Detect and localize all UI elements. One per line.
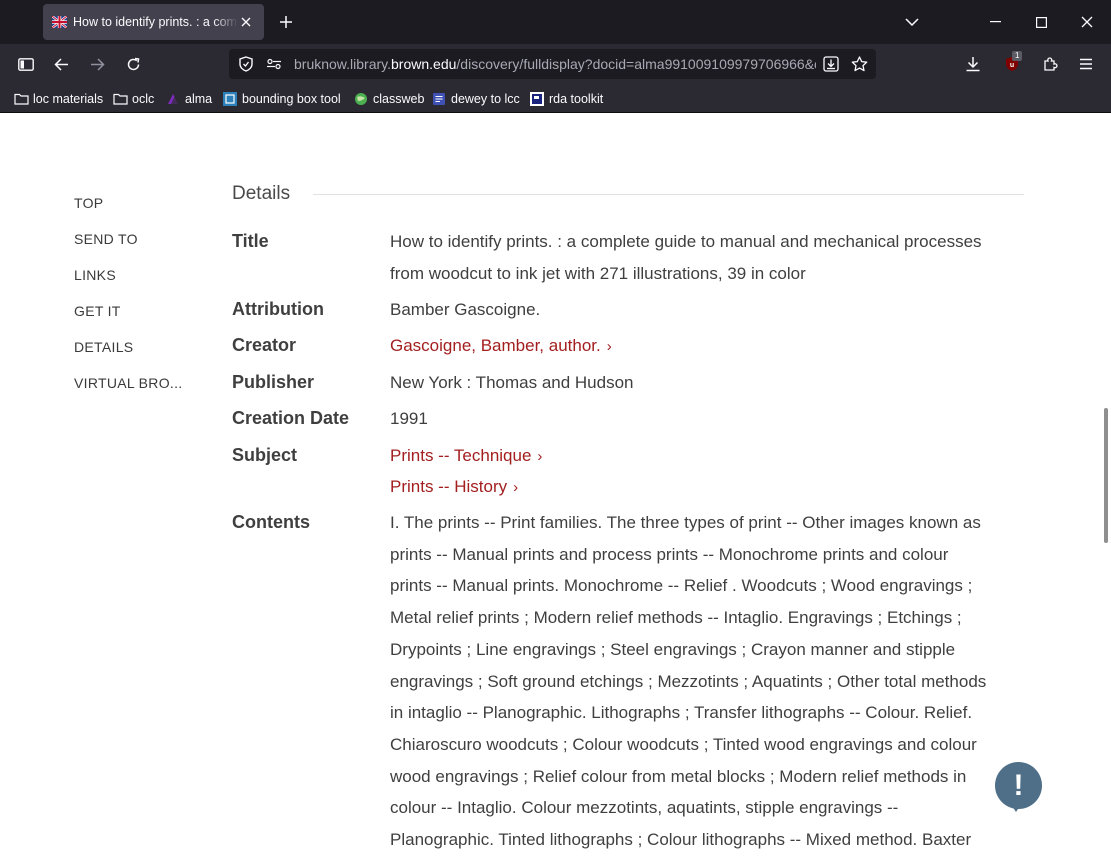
extensions-puzzle-icon[interactable]	[1036, 50, 1064, 78]
bookmark-label: dewey to lcc	[451, 91, 520, 106]
contents-value: I. The prints -- Print families. The thr…	[390, 507, 1030, 856]
creator-link-text: Gascoigne, Bamber, author.	[390, 336, 601, 355]
extension-badge: 1	[1012, 51, 1023, 61]
url-prefix: bruknow.library.	[294, 56, 392, 72]
folder-icon	[112, 91, 128, 107]
ublock-extension-icon[interactable]: u 1	[998, 50, 1026, 78]
navigation-toolbar: bruknow.library.brown.edu/discovery/full…	[0, 44, 1111, 84]
contents-line: Metal relief prints ; Modern relief meth…	[390, 608, 962, 628]
site-permissions-icon[interactable]	[263, 53, 285, 75]
back-icon[interactable]	[47, 50, 75, 78]
url-host: brown.edu	[391, 56, 457, 72]
scrollbar-thumb[interactable]	[1104, 408, 1108, 543]
bookmark-rda-toolkit[interactable]: rda toolkit	[529, 89, 603, 108]
attribution-value: Bamber Gascoigne.	[390, 300, 541, 319]
sidebar-item-send-to[interactable]: SEND TO	[74, 231, 138, 247]
tab-list-icon[interactable]	[8, 8, 36, 36]
creation-date-value: 1991	[390, 409, 428, 428]
bookmark-label: classweb	[373, 91, 425, 106]
bookmark-loc-materials[interactable]: loc materials	[13, 89, 103, 108]
bookmarks-toolbar: loc materials oclc alma bounding box too…	[0, 84, 1111, 113]
subject-link-text: Prints -- Technique	[390, 446, 532, 465]
creator-label: Creator	[232, 335, 297, 355]
details-heading: Details	[232, 183, 291, 204]
bookmark-label: loc materials	[33, 91, 104, 106]
bookmark-label: bounding box tool	[242, 91, 341, 106]
rda-icon	[529, 91, 545, 107]
browser-tab[interactable]: How to identify prints. : a complete gui…	[43, 4, 264, 40]
contents-line: Chiaroscuro woodcuts ; Colour woodcuts ;…	[390, 734, 977, 754]
subject-label: Subject	[232, 445, 298, 465]
bookmark-oclc[interactable]: oclc	[112, 89, 154, 108]
app-menu-icon[interactable]	[1072, 50, 1100, 78]
url-path: /discovery/fulldisplay?docid=alma9910091…	[456, 56, 816, 72]
contents-line: prints -- Manual prints and process prin…	[390, 544, 949, 564]
contents-line: engravings ; Soft ground etchings ; Mezz…	[390, 671, 987, 691]
box-icon	[222, 91, 238, 107]
tab-bar: How to identify prints. : a complete gui…	[0, 0, 1111, 44]
publisher-value: New York : Thomas and Hudson	[390, 373, 634, 392]
title-value-line: How to identify prints. : a complete gui…	[390, 232, 982, 251]
contents-line: wood engravings ; Relief colour from met…	[390, 766, 967, 786]
publisher-label: Publisher	[232, 372, 315, 392]
bookmark-bounding-box-tool[interactable]: bounding box tool	[222, 89, 341, 108]
chevron-right-icon: ›	[606, 338, 612, 355]
details-divider	[313, 194, 1024, 195]
subject-link-text: Prints -- History	[390, 477, 508, 496]
sidebar-item-links[interactable]: LINKS	[74, 267, 116, 283]
list-all-tabs-icon[interactable]	[898, 8, 926, 36]
title-label: Title	[232, 231, 269, 251]
bookmark-alma[interactable]: alma	[165, 89, 212, 108]
title-value: How to identify prints. : a complete gui…	[390, 226, 1030, 289]
sidebar-item-virtual-browse[interactable]: VIRTUAL BRO...	[74, 375, 182, 391]
sidebar-item-get-it[interactable]: GET IT	[74, 303, 121, 319]
contents-label: Contents	[232, 512, 310, 532]
contents-line: Drypoints ; Line engravings ; Steel engr…	[390, 639, 956, 659]
chat-help-button[interactable]: !	[995, 762, 1042, 809]
tab-close-icon[interactable]	[236, 12, 256, 32]
reload-icon[interactable]	[119, 50, 147, 78]
globe-icon	[353, 91, 369, 107]
subject-link-technique[interactable]: Prints -- Technique ›	[390, 440, 542, 473]
doc-icon	[431, 91, 447, 107]
tracking-protection-shield-icon[interactable]	[235, 53, 257, 75]
sidebar-item-top[interactable]: TOP	[74, 195, 103, 211]
downloads-icon[interactable]	[959, 50, 987, 78]
contents-line: I. The prints -- Print families. The thr…	[390, 513, 981, 532]
close-window-icon[interactable]	[1072, 8, 1102, 36]
chevron-right-icon: ›	[537, 448, 543, 465]
alma-icon	[165, 91, 181, 107]
bookmark-label: rda toolkit	[549, 91, 604, 106]
bookmark-classweb[interactable]: classweb	[353, 89, 424, 108]
page-save-icon[interactable]	[820, 53, 842, 75]
attribution-label: Attribution	[232, 299, 324, 319]
exclamation-icon: !	[1013, 768, 1024, 802]
folder-icon	[13, 91, 29, 107]
address-bar[interactable]: bruknow.library.brown.edu/discovery/full…	[229, 49, 876, 79]
maximize-icon[interactable]	[1026, 8, 1056, 36]
contents-line: prints -- Manual prints. Monochrome -- R…	[390, 576, 973, 596]
title-value-line: from woodcut to ink jet with 271 illustr…	[390, 263, 806, 283]
bookmark-dewey-to-lcc[interactable]: dewey to lcc	[431, 89, 520, 108]
subject-link-history[interactable]: Prints -- History ›	[390, 471, 518, 504]
minimize-icon[interactable]	[980, 8, 1010, 36]
new-tab-icon[interactable]	[272, 8, 300, 36]
bookmark-label: oclc	[132, 91, 155, 106]
creation-date-label: Creation Date	[232, 408, 350, 428]
bookmark-label: alma	[185, 91, 213, 106]
sidebar-item-details[interactable]: DETAILS	[74, 339, 133, 355]
creator-link[interactable]: Gascoigne, Bamber, author. ›	[390, 330, 612, 363]
contents-line: in intaglio -- Planographic. Lithographs…	[390, 703, 973, 723]
union-jack-favicon-icon	[52, 15, 67, 30]
svg-text:u: u	[1010, 62, 1014, 69]
bookmark-star-icon[interactable]	[848, 53, 870, 75]
sidebar-toggle-icon[interactable]	[12, 50, 40, 78]
page-content: TOP SEND TO LINKS GET IT DETAILS VIRTUAL…	[0, 113, 1111, 856]
chevron-right-icon: ›	[513, 479, 519, 496]
tab-title: How to identify prints. : a complete gui…	[73, 15, 238, 29]
contents-line: Planographic. Tinted lithographs ; Colou…	[390, 830, 972, 850]
url-text[interactable]: bruknow.library.brown.edu/discovery/full…	[294, 56, 816, 72]
contents-line: colour -- Intaglio. Colour mezzotints, a…	[390, 798, 899, 818]
forward-icon[interactable]	[83, 50, 111, 78]
